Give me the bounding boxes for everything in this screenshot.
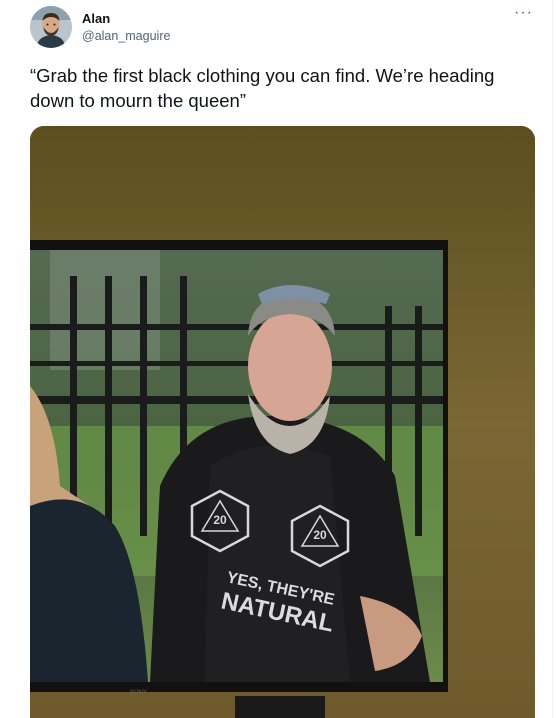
more-horizontal-icon[interactable]: ··· — [514, 4, 533, 22]
man-face — [248, 311, 332, 421]
timeline-divider — [552, 0, 553, 718]
tv-stand — [235, 696, 325, 718]
author-avatar[interactable] — [30, 6, 72, 48]
author-name[interactable]: Alan — [82, 11, 110, 26]
svg-text:20: 20 — [313, 528, 327, 542]
tweet-photo[interactable]: 20 20 YES, THEY'RE NATURAL SONY — [30, 126, 535, 718]
svg-text:20: 20 — [213, 513, 227, 527]
tv-screen: 20 20 YES, THEY'RE NATURAL — [30, 250, 443, 682]
author-handle[interactable]: @alan_maguire — [82, 29, 170, 43]
tv-brand-logo: SONY — [130, 690, 147, 696]
tweet-card[interactable]: Alan @alan_maguire ··· “Grab the first b… — [0, 0, 556, 718]
man-tshirt — [205, 445, 350, 682]
tweet-text: “Grab the first black clothing you can f… — [30, 65, 495, 111]
